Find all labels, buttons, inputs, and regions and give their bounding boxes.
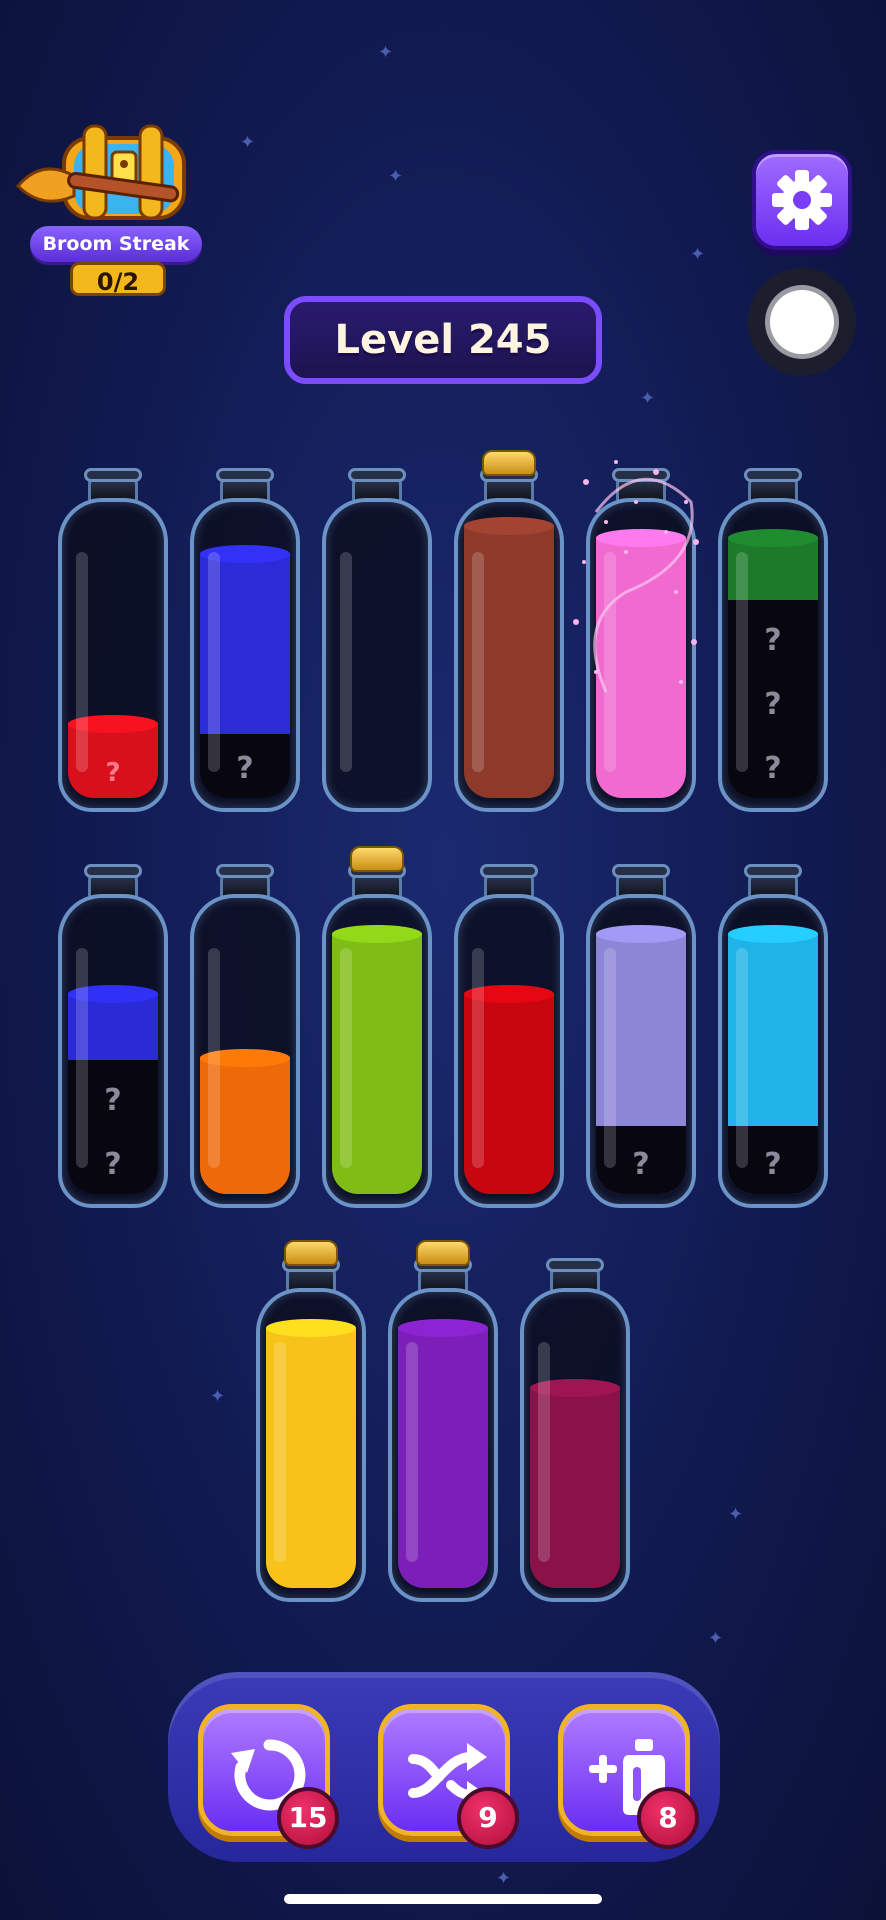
bottle-rim [84, 468, 142, 482]
bottle-7[interactable]: ? ? [58, 858, 168, 1208]
undo-count-badge: 15 [277, 1787, 339, 1849]
bottle-11[interactable]: ? [586, 858, 696, 1208]
bottle-9[interactable] [322, 846, 432, 1208]
bottle-rim [612, 864, 670, 878]
add-bottle-button[interactable]: 8 [558, 1704, 699, 1849]
glass-shine [604, 948, 616, 1168]
glass-shine [406, 1342, 418, 1562]
bottle-2[interactable]: ? [190, 462, 300, 812]
bottle-glass: ? [190, 498, 300, 812]
bottle-glass [190, 894, 300, 1208]
glass-shine [340, 948, 352, 1168]
bottle-glass [454, 894, 564, 1208]
bottle-10[interactable] [454, 858, 564, 1208]
bottle-glass: ? [718, 894, 828, 1208]
home-indicator[interactable] [284, 1894, 602, 1904]
bottle-glass: ? [586, 894, 696, 1208]
bottle-rim [84, 864, 142, 878]
bottle-rim [744, 468, 802, 482]
broom-streak-count: 0/2 [70, 262, 166, 296]
level-title: Level 245 [284, 296, 602, 384]
bottle-8[interactable] [190, 858, 300, 1208]
star-decoration: ✦ [210, 1386, 226, 1407]
bottle-cork [284, 1240, 338, 1266]
bottle-13[interactable] [256, 1240, 366, 1602]
bottle-rim [348, 468, 406, 482]
bottle-glass [454, 498, 564, 812]
glass-shine [538, 1342, 550, 1562]
bottle-glass: ? ? ? [718, 498, 828, 812]
bottle-glass [520, 1288, 630, 1602]
star-decoration: ✦ [240, 132, 256, 153]
star-decoration: ✦ [728, 1504, 744, 1525]
bottle-glass [388, 1288, 498, 1602]
shuffle-count-badge: 9 [457, 1787, 519, 1849]
powerup-toolbar: 15 9 8 [168, 1672, 720, 1862]
star-decoration: ✦ [378, 42, 394, 63]
star-decoration: ✦ [690, 244, 706, 265]
bottle-rim [216, 468, 274, 482]
bottle-glass [322, 498, 432, 812]
glass-shine [340, 552, 352, 772]
glass-shine [472, 552, 484, 772]
bottle-6[interactable]: ? ? ? [718, 462, 828, 812]
undo-button[interactable]: 15 [198, 1704, 339, 1849]
glass-shine [208, 552, 220, 772]
bottle-rim [612, 468, 670, 482]
bottle-3[interactable] [322, 462, 432, 812]
shuffle-button[interactable]: 9 [378, 1704, 519, 1849]
glass-shine [472, 948, 484, 1168]
star-decoration: ✦ [640, 388, 656, 409]
star-decoration: ✦ [388, 166, 404, 187]
bottle-4[interactable] [454, 450, 564, 812]
bottle-rim [744, 864, 802, 878]
screen-record-button[interactable] [748, 268, 856, 376]
bottle-1[interactable]: ? [58, 462, 168, 812]
glass-shine [76, 948, 88, 1168]
bottle-14[interactable] [388, 1240, 498, 1602]
add-bottle-count-badge: 8 [637, 1787, 699, 1849]
glass-shine [736, 948, 748, 1168]
bottle-glass [586, 498, 696, 812]
glass-shine [76, 552, 88, 772]
star-decoration: ✦ [708, 1628, 724, 1649]
glass-shine [736, 552, 748, 772]
bottle-glass: ? ? [58, 894, 168, 1208]
treasure-chest-icon [15, 124, 186, 220]
bottle-glass: ? [58, 498, 168, 812]
broom-streak-widget[interactable]: Broom Streak 0/2 [12, 118, 208, 304]
bottle-rim [546, 1258, 604, 1272]
bottle-12[interactable]: ? [718, 858, 828, 1208]
bottle-cork [482, 450, 536, 476]
bottle-15[interactable] [520, 1252, 630, 1602]
bottle-rim [480, 864, 538, 878]
bottle-glass [322, 894, 432, 1208]
glass-shine [208, 948, 220, 1168]
gear-icon [772, 170, 832, 230]
star-decoration: ✦ [496, 1868, 512, 1889]
bottle-cork [416, 1240, 470, 1266]
broom-streak-label: Broom Streak [30, 226, 202, 262]
glass-shine [604, 552, 616, 772]
settings-button[interactable] [752, 150, 852, 250]
bottle-rim [216, 864, 274, 878]
record-icon [770, 290, 834, 354]
bottle-5[interactable] [573, 460, 699, 812]
bottle-cork [350, 846, 404, 872]
bottle-glass [256, 1288, 366, 1602]
glass-shine [274, 1342, 286, 1562]
